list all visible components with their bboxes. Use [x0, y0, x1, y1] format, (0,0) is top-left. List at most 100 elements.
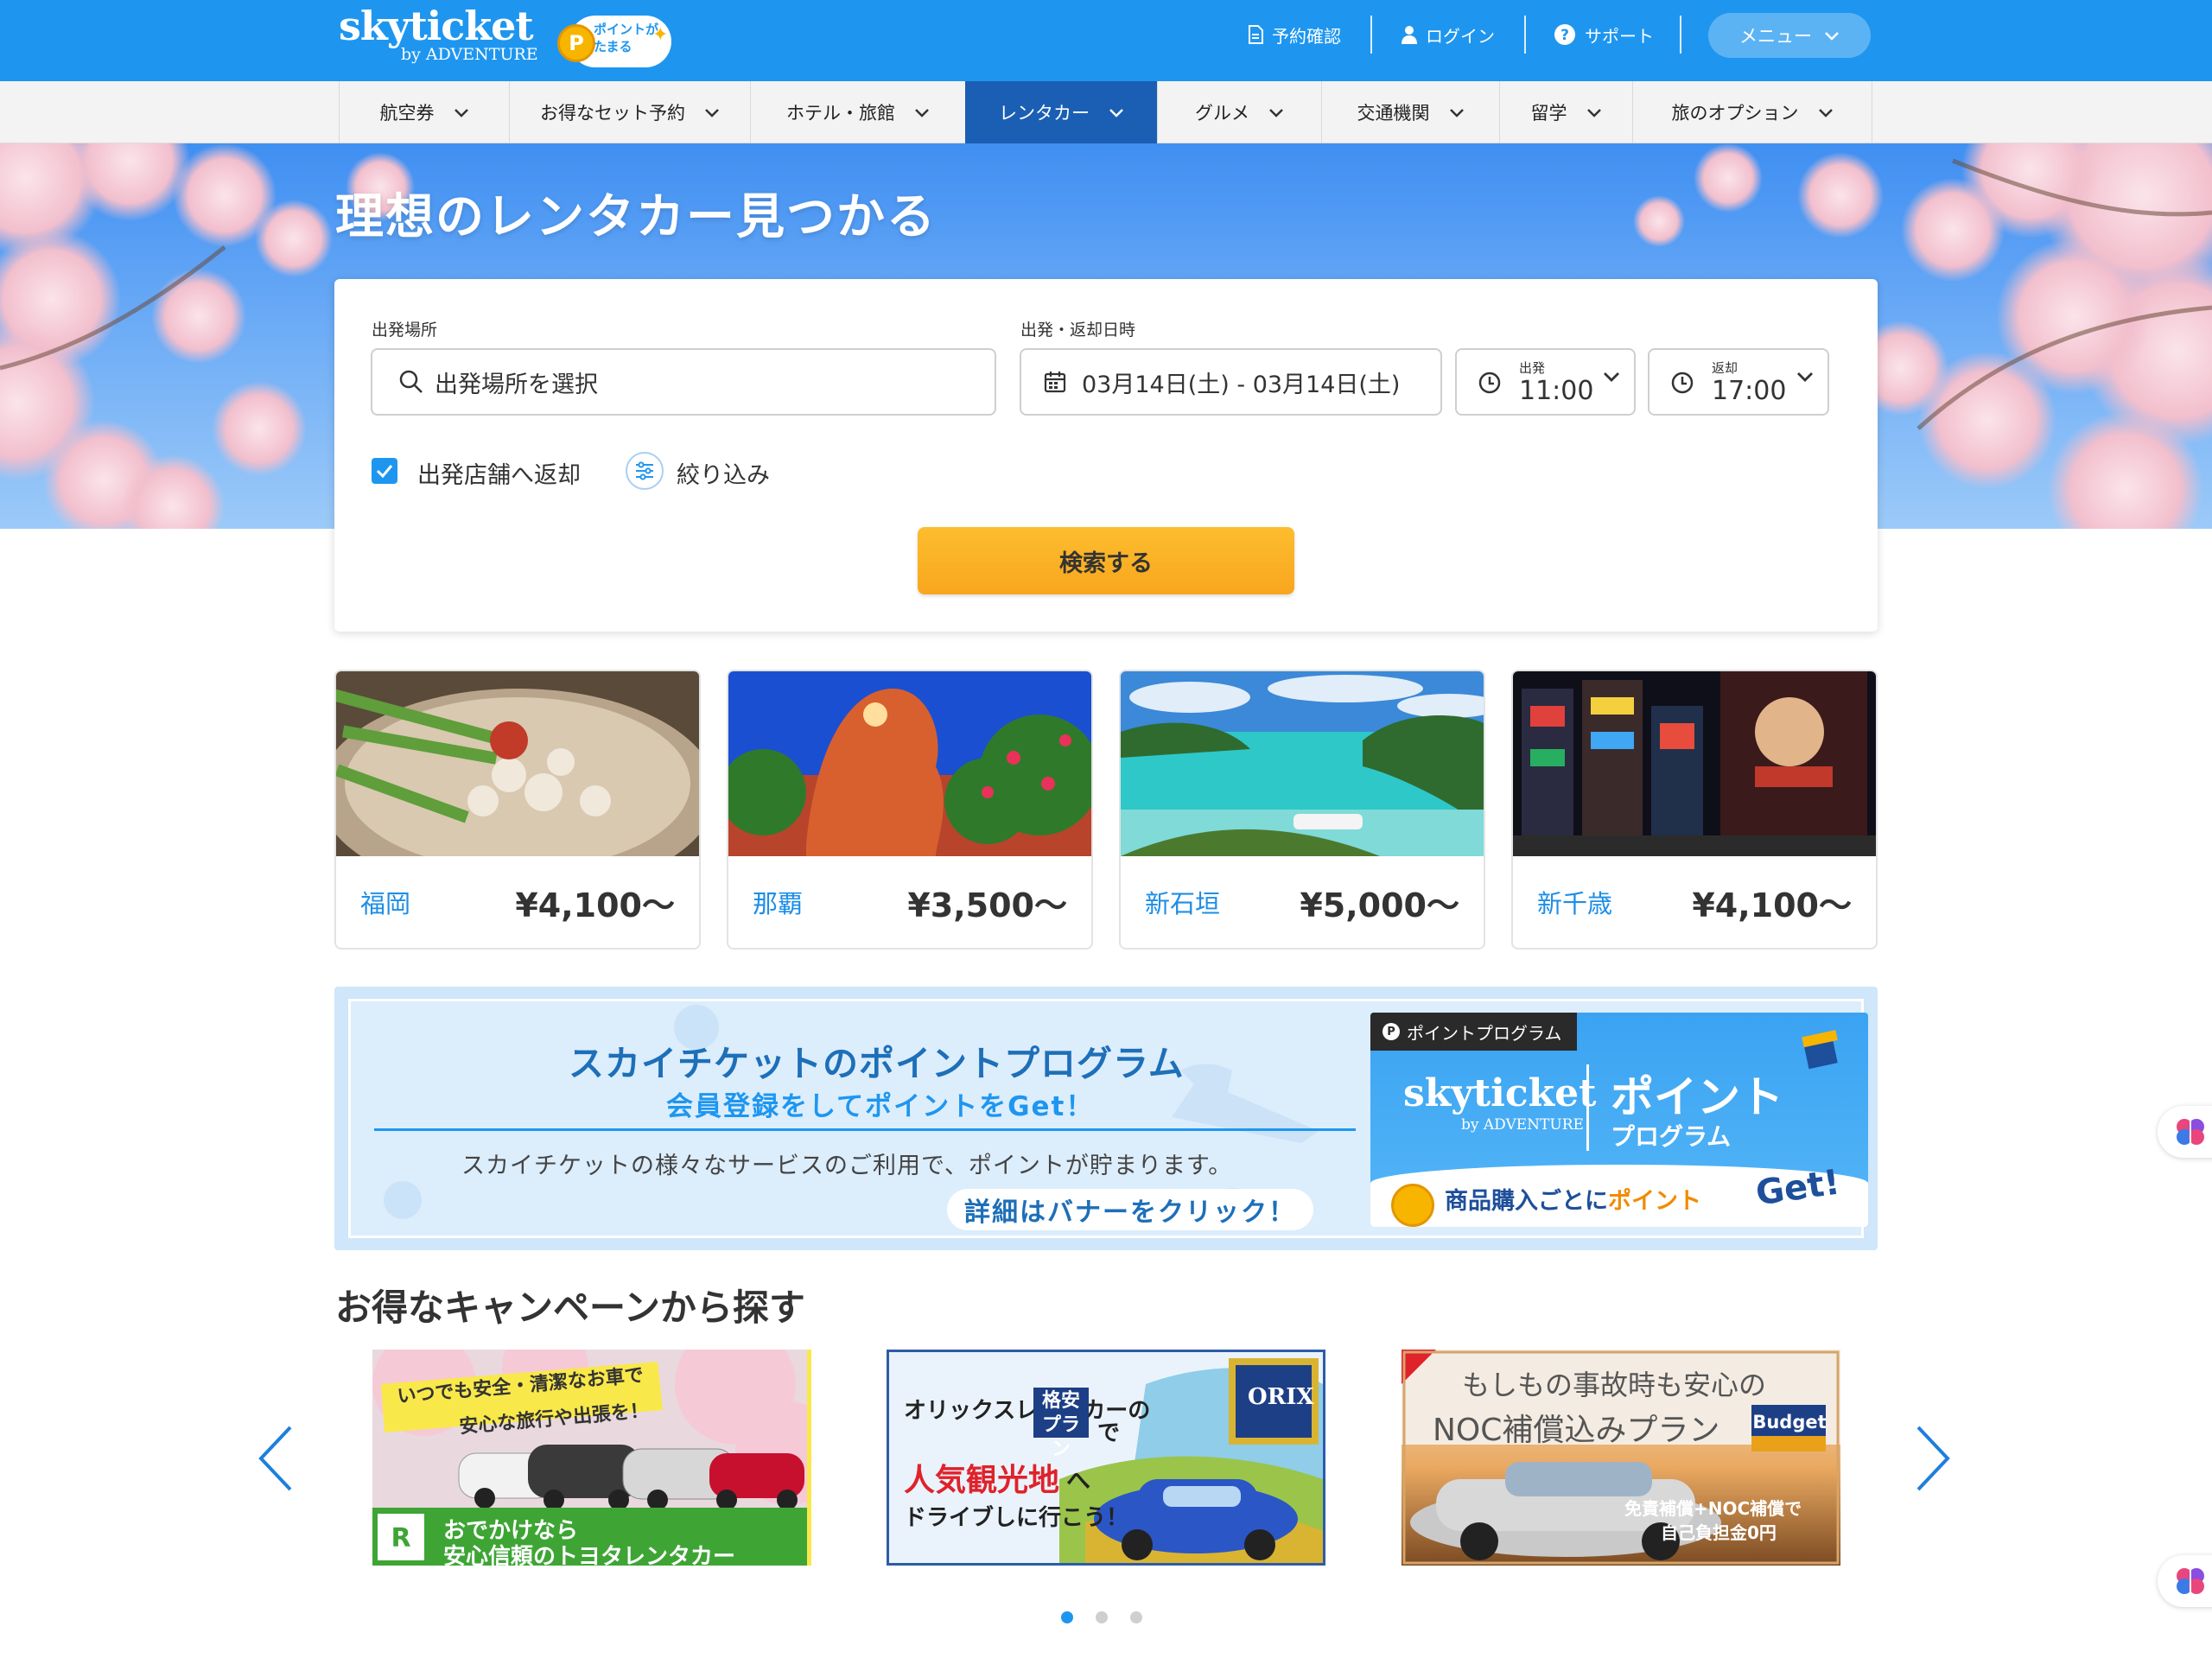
- shisa-photo: [728, 671, 1091, 856]
- carousel-next-button[interactable]: [1913, 1424, 1953, 1493]
- orix-de: で: [1097, 1420, 1121, 1446]
- destination-price: ¥3,500〜: [907, 886, 1067, 924]
- campaign-banner-orix[interactable]: ORIX オリックスレンタカーの 格安プラン で 人気観光地 へ ドライブしに行…: [887, 1350, 1325, 1566]
- points-program-tag-label: ポイントプログラム: [1407, 1022, 1562, 1044]
- site-header: skyticket by ADVENTURE P ポイントが たまる ✦ 予約確…: [0, 0, 2212, 81]
- sapporo-night-photo: [1513, 671, 1876, 856]
- campaign-banner-toyota[interactable]: R いつでも安全・清潔なお車で 安心な旅行や出張を！ おでかけなら 安心信頼のト…: [372, 1350, 811, 1566]
- tab-travel-options[interactable]: 旅のオプション: [1632, 81, 1872, 143]
- chevron-right-icon: [1916, 1426, 1950, 1491]
- datetime-label: 出発・返却日時: [1020, 321, 1136, 340]
- points-card-subheading: プログラム: [1611, 1122, 1732, 1151]
- departure-location-input[interactable]: 出発場所を選択: [371, 348, 996, 416]
- tab-label: 交通機関: [1357, 103, 1430, 124]
- chevron-down-icon: [1109, 102, 1124, 123]
- return-same-store-label[interactable]: 出発店舗へ返却: [417, 456, 581, 490]
- destination-price: ¥4,100〜: [1692, 886, 1852, 924]
- destination-city: 新石垣: [1145, 889, 1221, 918]
- support-link[interactable]: ? サポート: [1554, 17, 1654, 52]
- hero-title: 理想のレンタカー見つかる: [335, 189, 937, 245]
- return-time-label: 返却: [1712, 360, 1738, 376]
- budget-brand-logo: Budget: [1752, 1412, 1827, 1432]
- points-p-icon: P: [1382, 1023, 1400, 1040]
- points-card-logo: skyticket: [1403, 1071, 1597, 1115]
- campaign-banner-budget[interactable]: Budget もしもの事故時も安心の NOC補償込みプラン 免責補償+NOC補償…: [1402, 1350, 1840, 1566]
- depart-time-select[interactable]: 出発 11:00: [1455, 348, 1636, 416]
- chevron-down-icon: [704, 102, 720, 123]
- departure-label: 出発場所: [372, 321, 438, 340]
- destination-card-ishigaki[interactable]: 新石垣 ¥5,000〜: [1119, 670, 1485, 950]
- ishigaki-beach-photo: [1121, 671, 1484, 856]
- budget-note1: 免責補償+NOC補償で: [1624, 1498, 1802, 1519]
- menu-button[interactable]: メニュー: [1708, 13, 1871, 58]
- chevron-down-icon: [1449, 102, 1465, 123]
- help-icon: ?: [1554, 23, 1576, 46]
- destination-city: 那覇: [753, 889, 804, 918]
- points-banner-title: スカイチケットのポイントプログラム: [569, 1043, 1185, 1084]
- carousel-dot[interactable]: [1061, 1611, 1073, 1623]
- site-logo[interactable]: skyticket by ADVENTURE: [339, 2, 538, 64]
- campaign-section-title: お得なキャンペーンから探す: [335, 1286, 805, 1329]
- destination-city: 新千歳: [1537, 889, 1613, 918]
- floating-assistant-widget[interactable]: [2158, 1555, 2212, 1607]
- chevron-down-icon: [1603, 371, 1620, 387]
- login-link[interactable]: ログイン: [1402, 17, 1495, 52]
- orix-line2: 人気観光地: [904, 1463, 1060, 1498]
- coin-icon: P: [557, 24, 595, 62]
- points-card-bottom-part2: ポイント: [1608, 1188, 1701, 1215]
- destination-card-new-chitose[interactable]: 新千歳 ¥4,100〜: [1511, 670, 1878, 950]
- reservation-label: 予約確認: [1272, 25, 1341, 47]
- toyota-bottom2: 安心信頼のトヨタレンタカー: [443, 1544, 736, 1566]
- chevron-left-icon: [258, 1426, 292, 1491]
- chevron-down-icon: [1268, 102, 1284, 123]
- date-range-picker[interactable]: 03月14日(土) - 03月14日(土): [1020, 348, 1442, 416]
- tab-label: ホテル・旅館: [786, 103, 895, 124]
- orix-brand-logo: ORIX: [1248, 1384, 1314, 1410]
- tab-label: 留学: [1530, 103, 1567, 124]
- header-divider: [1524, 16, 1526, 54]
- points-program-tag: P ポイントプログラム: [1370, 1013, 1578, 1051]
- destination-city: 福岡: [360, 889, 411, 918]
- carousel-pagination: [1061, 1611, 1142, 1623]
- chevron-down-icon: [1824, 25, 1840, 46]
- tab-transport[interactable]: 交通機関: [1321, 81, 1499, 143]
- points-program-banner[interactable]: スカイチケットのポイントプログラム 会員登録をしてポイントをGet！ スカイチケ…: [334, 987, 1878, 1250]
- points-card-logo-sub: by ADVENTURE: [1461, 1116, 1584, 1134]
- return-time-value: 17:00: [1712, 376, 1787, 406]
- filter-label[interactable]: 絞り込み: [677, 456, 770, 490]
- tab-hotels[interactable]: ホテル・旅館: [750, 81, 965, 143]
- tab-rental-car[interactable]: レンタカー: [965, 81, 1157, 143]
- tab-set-deals[interactable]: お得なセット予約: [509, 81, 750, 143]
- svg-text:?: ?: [1560, 27, 1569, 44]
- login-label: ログイン: [1426, 25, 1495, 47]
- return-time-select[interactable]: 返却 17:00: [1648, 348, 1829, 416]
- tab-label: レンタカー: [999, 103, 1090, 124]
- destination-card-naha[interactable]: 那覇 ¥3,500〜: [727, 670, 1093, 950]
- tab-gourmet[interactable]: グルメ: [1157, 81, 1321, 143]
- destination-card-fukuoka[interactable]: 福岡 ¥4,100〜: [334, 670, 701, 950]
- points-badge[interactable]: P ポイントが たまる ✦: [557, 12, 674, 69]
- return-same-store-checkbox[interactable]: [372, 458, 397, 484]
- tab-flights[interactable]: 航空券: [339, 81, 509, 143]
- carousel-dot[interactable]: [1096, 1611, 1108, 1623]
- carousel-prev-button[interactable]: [256, 1424, 296, 1493]
- depart-time-label: 出発: [1519, 360, 1546, 376]
- reservation-link[interactable]: 予約確認: [1248, 17, 1341, 52]
- user-icon: [1402, 25, 1417, 44]
- tab-label: 航空券: [379, 103, 435, 124]
- points-card-bottom-text: 商品購入ごとにポイント: [1445, 1182, 1701, 1216]
- search-button[interactable]: 検索する: [918, 527, 1294, 594]
- points-banner-frame: スカイチケットのポイントプログラム 会員登録をしてポイントをGet！ スカイチケ…: [348, 999, 1868, 1238]
- tab-study-abroad[interactable]: 留学: [1499, 81, 1632, 143]
- filter-icon[interactable]: [626, 452, 664, 490]
- document-icon: [1248, 25, 1263, 44]
- floating-assistant-widget[interactable]: [2158, 1106, 2212, 1158]
- depart-time-value: 11:00: [1519, 376, 1594, 406]
- points-card-bottom-part1: 商品購入ごとに: [1445, 1188, 1608, 1215]
- destination-price: ¥4,100〜: [515, 886, 675, 924]
- carousel-dot[interactable]: [1130, 1611, 1142, 1623]
- points-banner-details-button[interactable]: 詳細はバナーをクリック！: [947, 1189, 1313, 1230]
- logo-subtitle: by ADVENTURE: [401, 45, 538, 64]
- points-banner-subtitle: 会員登録をしてポイントをGet！: [666, 1091, 1095, 1122]
- date-range-value: 03月14日(土) - 03月14日(土): [1082, 371, 1401, 398]
